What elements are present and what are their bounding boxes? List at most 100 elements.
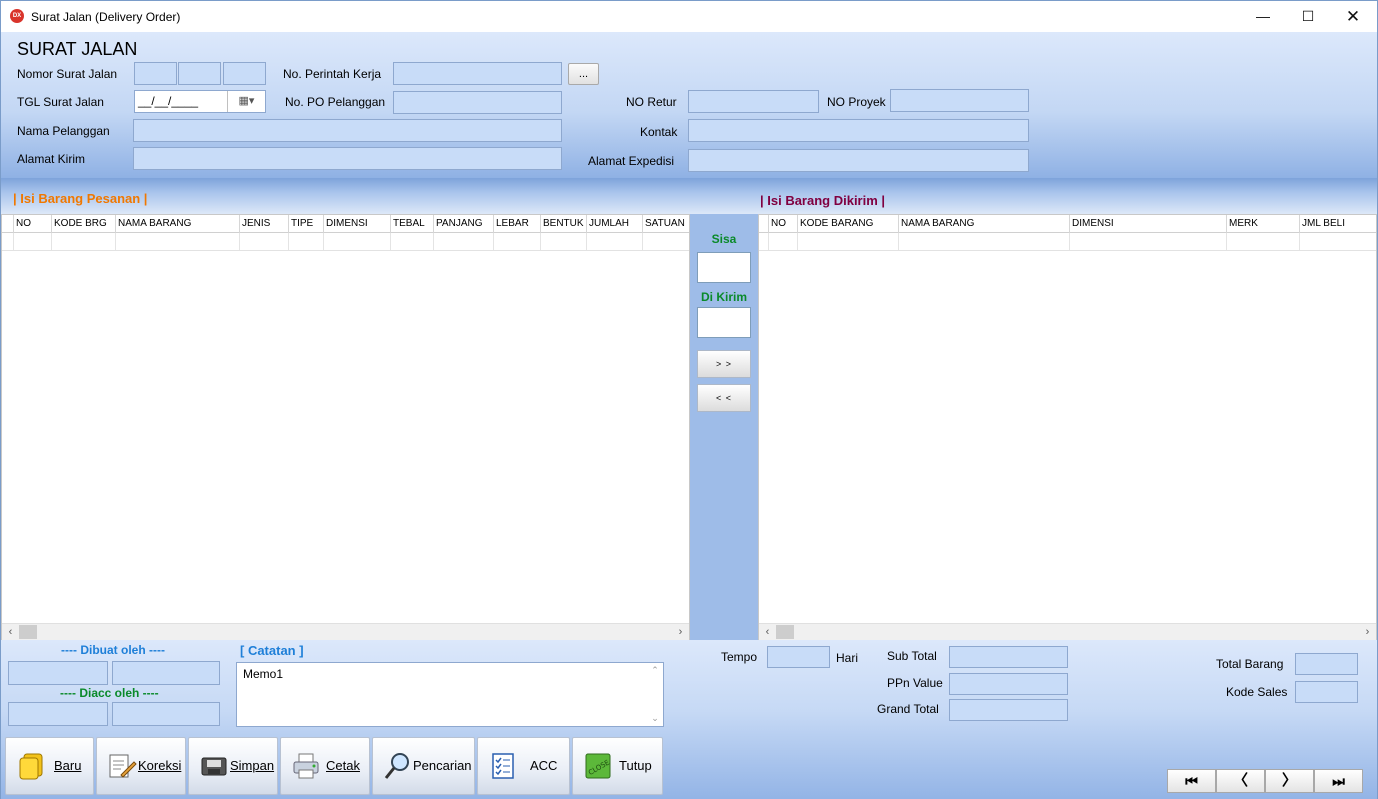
sub-total-label: Sub Total [887,649,937,663]
row-indicator-header [759,215,769,233]
no-perintah-kerja-label: No. Perintah Kerja [283,67,382,81]
shipped-grid-header: NO KODE BARANG NAMA BARANG DIMENSI MERK … [759,215,1376,233]
window-title: Surat Jalan (Delivery Order) [31,10,181,24]
column-header[interactable]: JUMLAH [587,215,643,233]
alamat-expedisi-label: Alamat Expedisi [588,154,675,168]
close-door-icon: CLOSE [585,753,611,779]
scroll-right-icon[interactable]: › [1359,624,1376,640]
sub-total-input[interactable] [949,646,1068,668]
alamat-kirim-input[interactable] [133,147,562,170]
acc-button[interactable]: ACC [477,737,570,795]
column-header[interactable]: NAMA BARANG [899,215,1070,233]
tgl-sj-date-input[interactable]: __/__/____ ▦▾ [134,90,266,113]
scroll-down-icon[interactable]: ⌄ [647,713,663,724]
column-header[interactable]: MERK [1227,215,1300,233]
nomor-sj-part1-input[interactable] [134,62,177,85]
ppn-value-input[interactable] [949,673,1068,695]
hari-label: Hari [836,651,859,665]
maximize-icon[interactable]: ☐ [1285,1,1331,32]
column-header[interactable]: NO [14,215,52,233]
kontak-input[interactable] [688,119,1029,142]
row-indicator-header [2,215,14,233]
total-barang-input[interactable] [1295,653,1358,675]
sisa-input[interactable] [697,252,751,283]
column-header[interactable]: TIPE [289,215,324,233]
tutup-button[interactable]: CLOSE Tutup [572,737,663,795]
new-document-icon [19,753,43,780]
table-row[interactable] [759,233,1376,251]
alamat-expedisi-input[interactable] [688,149,1029,172]
first-record-icon[interactable]: ⏮ [1167,769,1216,793]
no-perintah-kerja-input[interactable] [393,62,562,85]
nomor-sj-part2-input[interactable] [178,62,221,85]
cetak-button[interactable]: Cetak [280,737,370,795]
nama-pelanggan-input[interactable] [133,119,562,142]
close-icon[interactable]: ✕ [1330,1,1376,32]
no-proyek-input[interactable] [890,89,1029,112]
column-header[interactable]: TEBAL [391,215,434,233]
kode-sales-input[interactable] [1295,681,1358,703]
memo-scrollbar[interactable]: ⌃ ⌄ [647,663,663,726]
scroll-thumb[interactable] [19,625,37,639]
order-grid-hscrollbar[interactable]: ‹ › [2,623,689,640]
scroll-left-icon[interactable]: ‹ [2,624,19,640]
column-header[interactable]: SATUAN [643,215,689,233]
move-right-button[interactable]: > > [697,350,751,378]
catatan-memo[interactable]: Memo1 ⌃ ⌄ [236,662,664,727]
column-header[interactable]: JENIS [240,215,289,233]
sisa-label: Sisa [711,232,737,246]
memo-text: Memo1 [243,667,284,681]
column-header[interactable]: BENTUK [541,215,587,233]
dibuat-oleh-input-2[interactable] [112,661,220,685]
column-header[interactable]: NAMA BARANG [116,215,240,233]
total-barang-label: Total Barang [1216,657,1284,671]
record-navigator: ⏮ 〈 〉 ⏭ [1167,769,1363,793]
column-header[interactable]: DIMENSI [1070,215,1227,233]
column-header[interactable]: KODE BRG [52,215,116,233]
no-retur-input[interactable] [688,90,819,113]
column-header[interactable]: NO [769,215,798,233]
calendar-dropdown-icon[interactable]: ▦▾ [227,91,265,112]
column-header[interactable]: KODE BARANG [798,215,899,233]
dibuat-oleh-input-1[interactable] [8,661,108,685]
simpan-button[interactable]: Simpan [188,737,278,795]
scroll-thumb[interactable] [776,625,794,639]
table-row[interactable] [2,233,689,251]
edit-document-icon [109,754,137,778]
column-header[interactable]: DIMENSI [324,215,391,233]
koreksi-button[interactable]: Koreksi [96,737,186,795]
baru-button[interactable]: Baru [5,737,94,795]
transfer-panel: Sisa Di Kirim > > < < [690,214,758,640]
di-kirim-input[interactable] [697,307,751,338]
column-header[interactable]: LEBAR [494,215,541,233]
nomor-sj-label: Nomor Surat Jalan [17,67,118,81]
grid-section-bar: | Isi Barang Pesanan | | Isi Barang Diki… [1,178,1377,214]
grand-total-input[interactable] [949,699,1068,721]
column-header[interactable]: JML BELI [1300,215,1376,233]
pencarian-button[interactable]: Pencarian [372,737,475,795]
scroll-right-icon[interactable]: › [672,624,689,640]
tempo-input[interactable] [767,646,830,668]
kontak-label: Kontak [640,125,678,139]
diacc-oleh-input-2[interactable] [112,702,220,726]
order-items-grid[interactable]: NO KODE BRG NAMA BARANG JENIS TIPE DIMEN… [1,214,690,640]
browse-perintah-kerja-button[interactable]: ... [568,63,599,85]
footer-panel: ---- Dibuat oleh ---- ---- Diacc oleh --… [1,640,1377,799]
shipped-items-grid[interactable]: NO KODE BARANG NAMA BARANG DIMENSI MERK … [758,214,1377,640]
diacc-oleh-input-1[interactable] [8,702,108,726]
prev-record-icon[interactable]: 〈 [1216,769,1265,793]
no-po-pelanggan-input[interactable] [393,91,562,114]
nomor-sj-part3-input[interactable] [223,62,266,85]
grand-total-label: Grand Total [877,702,939,716]
checklist-icon [492,753,514,779]
no-po-pelanggan-label: No. PO Pelanggan [285,95,386,109]
scroll-up-icon[interactable]: ⌃ [647,665,663,676]
move-left-button[interactable]: < < [697,384,751,412]
scroll-left-icon[interactable]: ‹ [759,624,776,640]
shipped-grid-hscrollbar[interactable]: ‹ › [759,623,1376,640]
next-record-icon[interactable]: 〉 [1265,769,1314,793]
search-icon [384,753,409,779]
column-header[interactable]: PANJANG [434,215,494,233]
minimize-icon[interactable]: — [1240,1,1286,32]
last-record-icon[interactable]: ⏭ [1314,769,1363,793]
